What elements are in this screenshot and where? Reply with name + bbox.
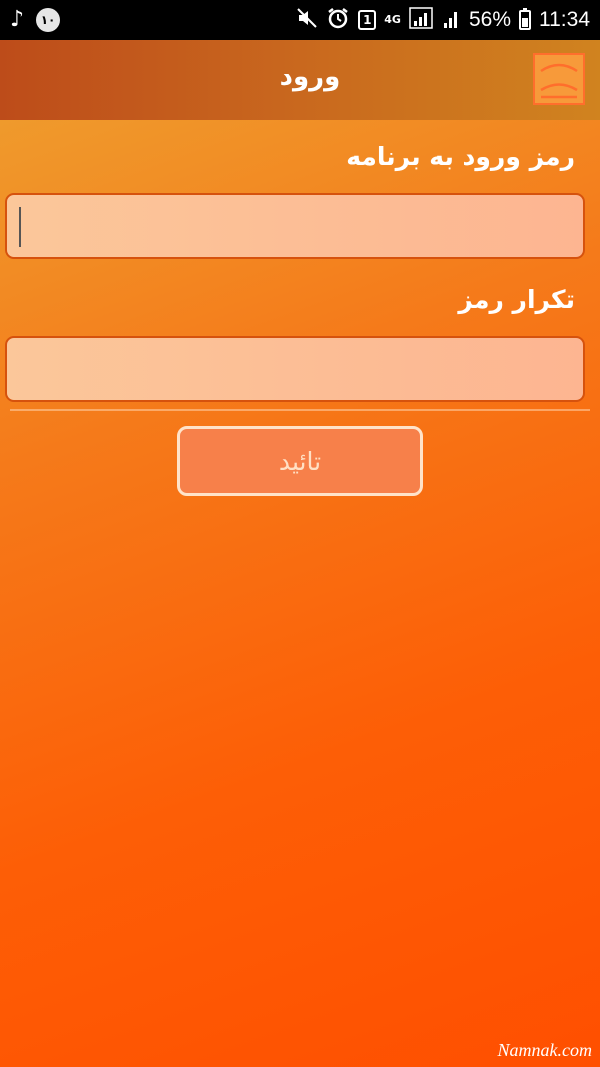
confirm-password-label: تکرار رمز [458, 285, 575, 314]
divider [10, 409, 590, 411]
password-input[interactable] [5, 193, 585, 259]
password-label: رمز ورود به برنامه [346, 142, 575, 171]
confirm-password-input[interactable] [5, 336, 585, 402]
signal-icon [409, 7, 435, 33]
music-note-icon: ♪ [10, 7, 25, 32]
submit-button[interactable]: تائید [177, 426, 423, 496]
sim-icon: 1 [358, 10, 377, 30]
battery-percent: 56% [468, 8, 511, 31]
text-cursor [19, 207, 21, 247]
menu-arc-icon [540, 63, 578, 99]
alarm-icon [326, 6, 350, 34]
page-title: ورود [279, 62, 341, 92]
watermark: Namnak.com [497, 1040, 592, 1060]
notification-badge: ١٠ [36, 8, 61, 32]
status-bar: ♪ ١٠ 1 4G 56% 11:34 [0, 0, 600, 40]
clock: 11:34 [539, 8, 590, 31]
login-form: رمز ورود به برنامه تکرار رمز تائید Namna… [0, 120, 600, 1067]
menu-button[interactable] [533, 53, 585, 105]
signal-icon-2 [443, 7, 461, 33]
muted-icon [296, 7, 318, 33]
app-bar: ورود [0, 40, 600, 120]
network-type: 4G [384, 13, 401, 26]
battery-icon [519, 8, 531, 30]
